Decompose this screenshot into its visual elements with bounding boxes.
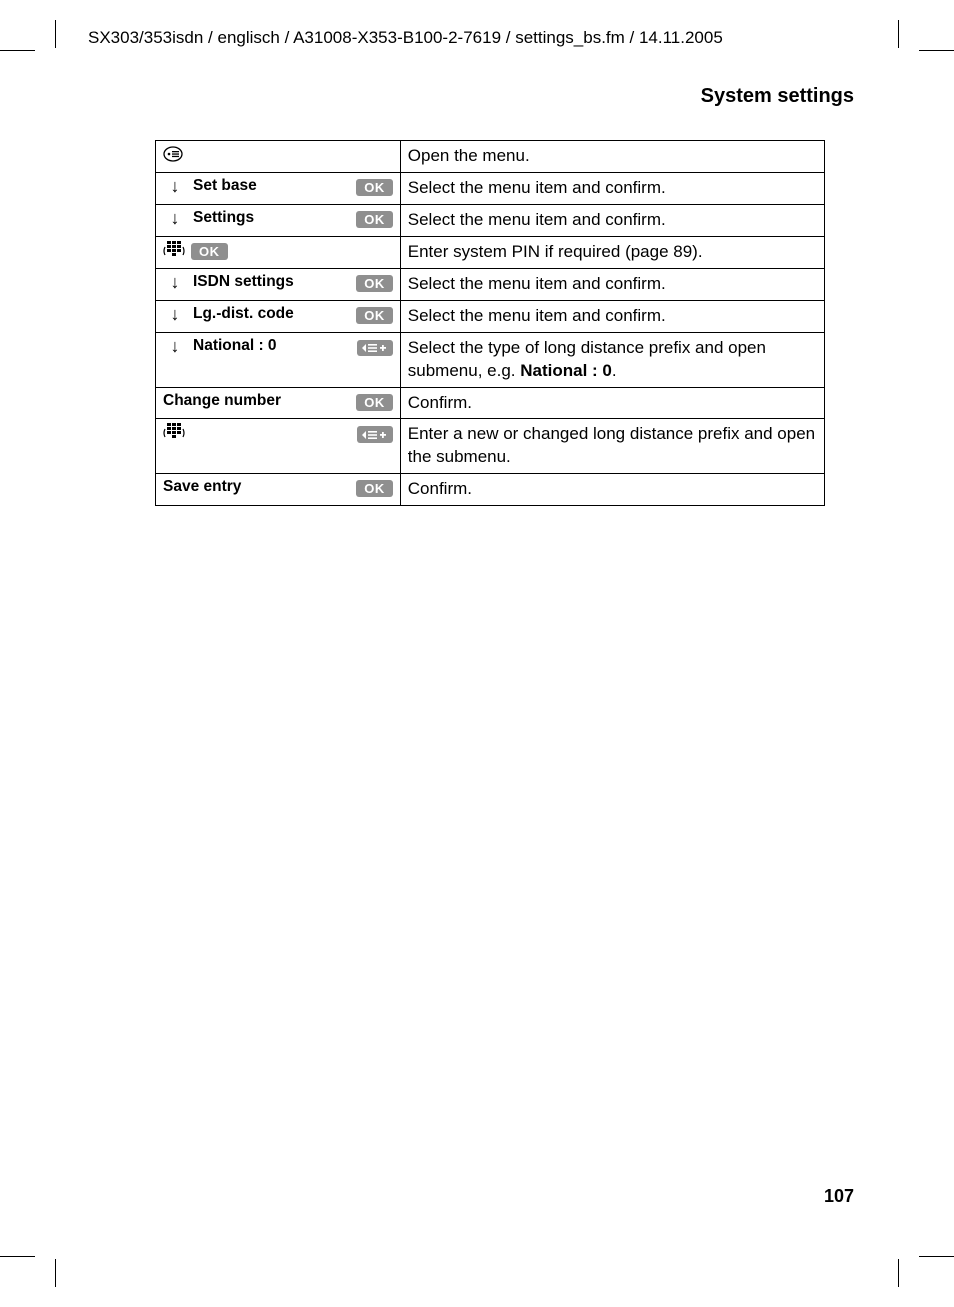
action-cell: ↓ Lg.-dist. codeOK [156,300,401,332]
action-cell: Save entryOK [156,474,401,506]
table-row: ↓ SettingsOK Select the menu item and conf… [156,204,825,236]
table-row: ↓ National : 0 Select the type of long dis… [156,332,825,387]
action-cell: Change numberOK [156,387,401,419]
description-cell: Select the menu item and confirm. [400,204,824,236]
crop-mark [0,1256,35,1257]
arrow-down-icon: ↓ [171,304,180,324]
action-label: Set base [187,177,356,195]
submenu-button [357,340,393,357]
action-cell [156,141,401,173]
arrow-down-icon: ↓ [171,336,180,356]
crop-mark [919,50,954,51]
action-cell: ↓ National : 0 [156,332,401,387]
table-row: Enter a new or changed long distance pre… [156,419,825,474]
procedure-table: Open the menu.↓Set baseOKSelect the menu… [155,140,825,506]
arrow-down-icon: ↓ [171,208,180,228]
description-cell: Select the menu item and confirm. [400,268,824,300]
table-row: ↓ Lg.-dist. codeOK Select the menu item an… [156,300,825,332]
action-label: National : 0 [187,337,357,355]
action-cell: OK [156,236,401,268]
ok-button: OK [356,211,393,228]
description-cell: Enter a new or changed long distance pre… [400,419,824,474]
description-cell: Confirm. [400,387,824,419]
menu-key-icon [163,146,187,162]
description-cell: Select the menu item and confirm. [400,172,824,204]
arrow-down-icon: ↓ [171,272,180,292]
keypad-icon [163,423,187,443]
action-label: Change number [163,392,356,410]
header-path: SX303/353isdn / englisch / A31008-X353-B… [88,28,723,48]
page-number: 107 [824,1186,854,1207]
action-label: Save entry [163,478,356,496]
action-label: Settings [187,209,356,227]
crop-mark [0,50,35,51]
ok-button: OK [356,275,393,292]
action-cell: ↓ ISDN settingsOK [156,268,401,300]
action-cell: ↓ Set baseOK [156,172,401,204]
ok-button: OK [356,480,393,497]
description-cell: Select the type of long distance prefix … [400,332,824,387]
table-row: Open the menu. [156,141,825,173]
table-row: Change numberOKConfirm. [156,387,825,419]
action-cell [156,419,401,474]
action-label: Lg.-dist. code [187,305,356,323]
ok-button: OK [356,179,393,196]
ok-button: OK [191,243,228,260]
description-cell: Enter system PIN if required (page 89). [400,236,824,268]
section-title: System settings [701,85,854,108]
table-row: ↓ Set baseOK Select the menu item and conf… [156,172,825,204]
action-label: ISDN settings [187,273,356,291]
arrow-down-icon: ↓ [171,176,180,196]
description-cell: Open the menu. [400,141,824,173]
description-cell: Select the menu item and confirm. [400,300,824,332]
crop-mark [919,1256,954,1257]
table-row: OK Enter system PIN if required (page 89)… [156,236,825,268]
ok-button: OK [356,307,393,324]
ok-button: OK [356,394,393,411]
crop-mark [898,1259,899,1287]
description-cell: Confirm. [400,474,824,506]
table-row: Save entryOKConfirm. [156,474,825,506]
keypad-icon [163,241,187,261]
submenu-button [357,426,393,443]
table-row: ↓ ISDN settingsOK Select the menu item and… [156,268,825,300]
crop-mark [55,20,56,48]
crop-mark [55,1259,56,1287]
action-cell: ↓ SettingsOK [156,204,401,236]
crop-mark [898,20,899,48]
